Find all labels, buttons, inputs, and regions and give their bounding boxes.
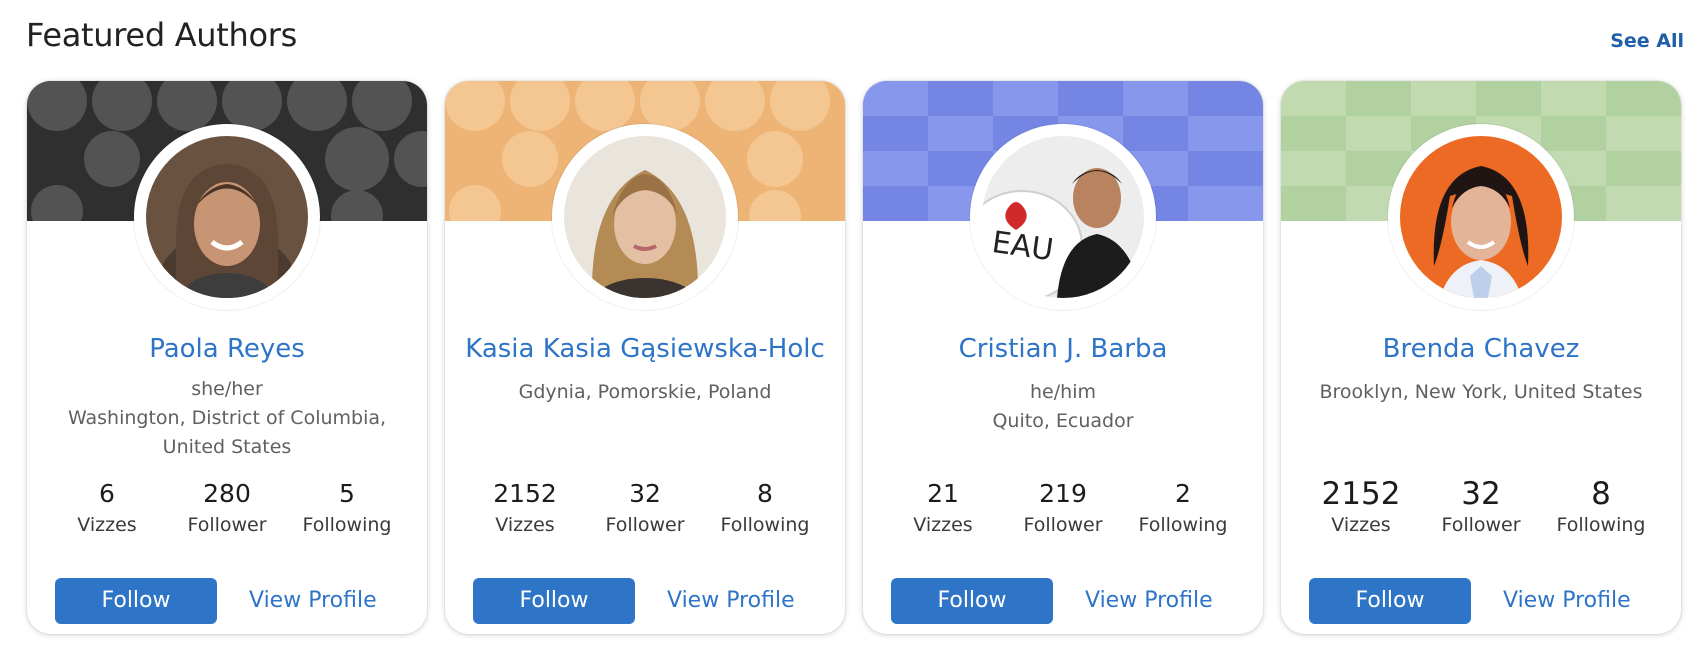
- stat-value: 6: [99, 479, 115, 508]
- see-all-link[interactable]: See All: [1610, 30, 1684, 52]
- stat-follower: 280 Follower: [167, 477, 287, 539]
- stat-label: Following: [302, 514, 392, 536]
- stat-following: 8 Following: [705, 477, 825, 539]
- stat-follower: 219 Follower: [1003, 477, 1123, 539]
- stat-vizzes: 2152 Vizzes: [465, 477, 585, 539]
- author-card: Paola Reyes she/her Washington, District…: [27, 81, 427, 634]
- author-card: EAU Cristian J. Barba he/him Quito, Ecua…: [863, 81, 1263, 634]
- avatar[interactable]: [146, 136, 308, 298]
- author-card: Kasia Kasia Gąsiewska-Holc Gdynia, Pomor…: [445, 81, 845, 634]
- avatar-frame: EAU: [970, 124, 1156, 310]
- author-name[interactable]: Kasia Kasia Gąsiewska-Holc: [445, 334, 845, 364]
- view-profile-link[interactable]: View Profile: [667, 578, 817, 624]
- author-stats: 2152 Vizzes 32 Follower 8 Following: [465, 477, 825, 539]
- stat-value: 2: [1175, 479, 1191, 508]
- author-name[interactable]: Cristian J. Barba: [863, 334, 1263, 364]
- author-name[interactable]: Paola Reyes: [27, 334, 427, 364]
- author-meta: Brooklyn, New York, United States: [1281, 378, 1681, 407]
- stat-label: Vizzes: [495, 514, 555, 536]
- follow-button[interactable]: Follow: [473, 578, 635, 624]
- stat-value: 5: [339, 479, 355, 508]
- avatar-frame: [1388, 124, 1574, 310]
- view-profile-link[interactable]: View Profile: [249, 578, 399, 624]
- author-name[interactable]: Brenda Chavez: [1281, 334, 1681, 364]
- stat-value: 219: [1039, 479, 1087, 508]
- follow-button[interactable]: Follow: [1309, 578, 1471, 624]
- stat-follower: 32 Follower: [1421, 477, 1541, 539]
- author-stats: 2152 Vizzes 32 Follower 8 Following: [1301, 477, 1661, 539]
- stat-value: 8: [1591, 476, 1611, 512]
- avatar[interactable]: [1400, 136, 1562, 298]
- stat-value: 2152: [493, 479, 557, 508]
- stat-label: Follower: [605, 514, 685, 536]
- stat-following: 5 Following: [287, 477, 407, 539]
- stat-label: Vizzes: [77, 514, 137, 536]
- author-meta: Gdynia, Pomorskie, Poland: [445, 378, 845, 407]
- stat-vizzes: 2152 Vizzes: [1301, 477, 1421, 539]
- stat-label: Vizzes: [913, 514, 973, 536]
- author-stats: 6 Vizzes 280 Follower 5 Following: [47, 477, 407, 539]
- stat-vizzes: 21 Vizzes: [883, 477, 1003, 539]
- avatar[interactable]: [564, 136, 726, 298]
- follow-button[interactable]: Follow: [55, 578, 217, 624]
- author-pronouns: she/her: [191, 378, 263, 400]
- stat-label: Follower: [1023, 514, 1103, 536]
- author-meta: he/him Quito, Ecuador: [863, 378, 1263, 436]
- stat-value: 32: [1461, 476, 1501, 512]
- author-card: Brenda Chavez Brooklyn, New York, United…: [1281, 81, 1681, 634]
- stat-following: 8 Following: [1541, 477, 1661, 539]
- author-location: Brooklyn, New York, United States: [1319, 381, 1643, 403]
- avatar[interactable]: EAU: [982, 136, 1144, 298]
- section-title: Featured Authors: [26, 16, 298, 54]
- author-meta: she/her Washington, District of Columbia…: [27, 375, 427, 462]
- author-card-list: Paola Reyes she/her Washington, District…: [27, 81, 1688, 636]
- author-location: Washington, District of Columbia, United…: [67, 407, 387, 458]
- stat-label: Vizzes: [1331, 514, 1391, 536]
- view-profile-link[interactable]: View Profile: [1503, 578, 1653, 624]
- author-stats: 21 Vizzes 219 Follower 2 Following: [883, 477, 1243, 539]
- stat-vizzes: 6 Vizzes: [47, 477, 167, 539]
- stat-value: 21: [927, 479, 959, 508]
- stat-value: 2152: [1321, 476, 1401, 512]
- stat-label: Following: [1138, 514, 1228, 536]
- author-location: Quito, Ecuador: [992, 410, 1134, 432]
- stat-value: 280: [203, 479, 251, 508]
- stat-label: Follower: [187, 514, 267, 536]
- stat-value: 8: [757, 479, 773, 508]
- stat-value: 32: [629, 479, 661, 508]
- stat-label: Follower: [1441, 514, 1521, 536]
- stat-label: Following: [720, 514, 810, 536]
- stat-label: Following: [1556, 514, 1646, 536]
- avatar-frame: [134, 124, 320, 310]
- view-profile-link[interactable]: View Profile: [1085, 578, 1235, 624]
- avatar-frame: [552, 124, 738, 310]
- author-pronouns: he/him: [1030, 381, 1096, 403]
- stat-follower: 32 Follower: [585, 477, 705, 539]
- stat-following: 2 Following: [1123, 477, 1243, 539]
- follow-button[interactable]: Follow: [891, 578, 1053, 624]
- author-location: Gdynia, Pomorskie, Poland: [518, 381, 772, 403]
